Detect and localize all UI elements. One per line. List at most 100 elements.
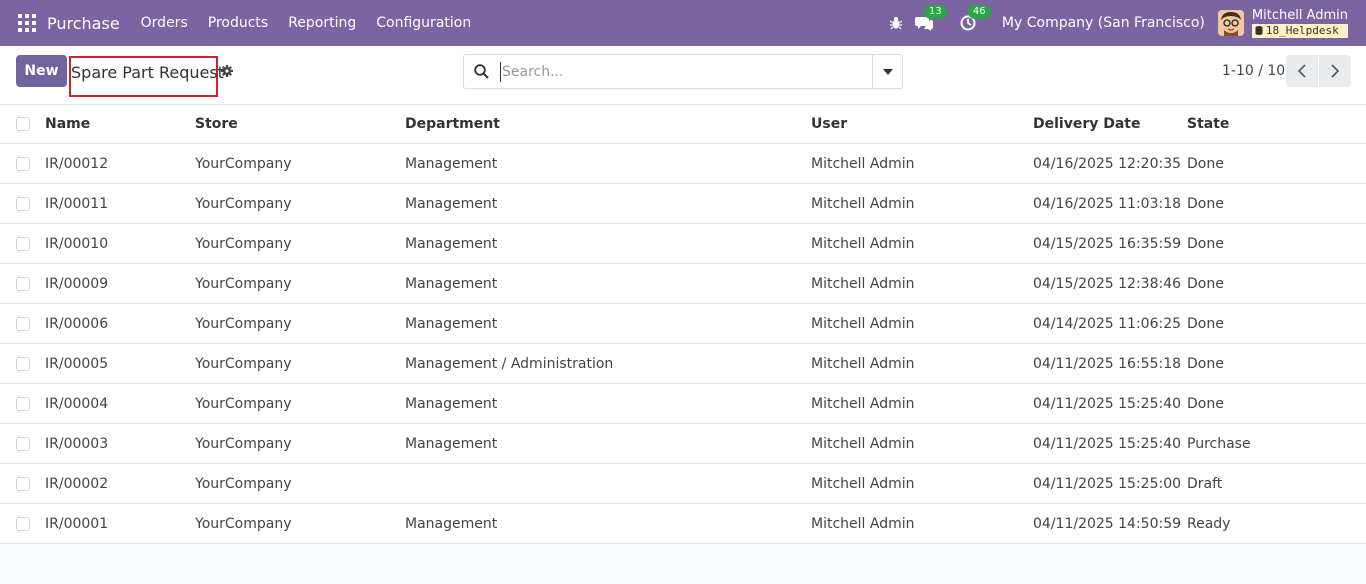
cell-user: Mitchell Admin xyxy=(811,395,915,412)
cell-state: Purchase xyxy=(1187,435,1251,452)
cell-user: Mitchell Admin xyxy=(811,435,915,452)
cell-delivery-date: 04/11/2025 16:55:18 xyxy=(1033,355,1182,372)
cell-store: YourCompany xyxy=(195,235,292,252)
cell-state: Done xyxy=(1187,155,1224,172)
column-header-name[interactable]: Name xyxy=(45,105,90,143)
column-header-store[interactable]: Store xyxy=(195,105,238,143)
table-row[interactable]: IR/00012 YourCompany Management Mitchell… xyxy=(0,144,1366,184)
column-header-department[interactable]: Department xyxy=(405,105,500,143)
cell-delivery-date: 04/15/2025 16:35:59 xyxy=(1033,235,1182,252)
database-tag: 18_Helpdesk xyxy=(1251,23,1348,38)
user-menu[interactable]: Mitchell Admin 18_Helpdesk xyxy=(1251,8,1348,38)
menu-item-products[interactable]: Products xyxy=(208,15,268,31)
table-row[interactable]: IR/00003 YourCompany Management Mitchell… xyxy=(0,424,1366,464)
row-checkbox[interactable] xyxy=(16,436,30,451)
cell-state: Draft xyxy=(1187,475,1223,492)
apps-menu-icon[interactable] xyxy=(18,14,36,32)
row-checkbox[interactable] xyxy=(16,276,30,291)
column-header-user[interactable]: User xyxy=(811,105,847,143)
cell-name: IR/00003 xyxy=(45,435,109,452)
main-menu: Orders Products Reporting Configuration xyxy=(141,15,492,31)
cell-user: Mitchell Admin xyxy=(811,355,915,372)
cell-delivery-date: 04/14/2025 11:06:25 xyxy=(1033,315,1182,332)
cell-name: IR/00002 xyxy=(45,475,109,492)
cell-department: Management xyxy=(405,435,498,452)
debug-bug-icon[interactable] xyxy=(886,13,906,33)
menu-item-reporting[interactable]: Reporting xyxy=(288,15,356,31)
cell-department: Management xyxy=(405,395,498,412)
row-checkbox[interactable] xyxy=(16,316,30,331)
table-row[interactable]: IR/00011 YourCompany Management Mitchell… xyxy=(0,184,1366,224)
cell-name: IR/00004 xyxy=(45,395,109,412)
row-checkbox[interactable] xyxy=(16,356,30,371)
messages-count-badge: 13 xyxy=(923,5,947,19)
pager-value[interactable]: 1-10 / 10 xyxy=(1222,63,1285,79)
cell-user: Mitchell Admin xyxy=(811,235,915,252)
row-checkbox[interactable] xyxy=(16,236,30,251)
cell-delivery-date: 04/11/2025 15:25:40 xyxy=(1033,435,1182,452)
cell-user: Mitchell Admin xyxy=(811,315,915,332)
row-checkbox[interactable] xyxy=(16,476,30,491)
cell-store: YourCompany xyxy=(195,515,292,532)
user-avatar[interactable] xyxy=(1217,10,1244,36)
row-checkbox[interactable] xyxy=(16,156,30,171)
top-navbar: Purchase Orders Products Reporting Confi… xyxy=(0,0,1366,46)
cell-user: Mitchell Admin xyxy=(811,475,915,492)
search-icon xyxy=(474,64,489,83)
new-button[interactable]: New xyxy=(16,55,67,87)
column-header-state[interactable]: State xyxy=(1187,105,1229,143)
activities-count-badge: 46 xyxy=(967,5,991,19)
table-row[interactable]: IR/00010 YourCompany Management Mitchell… xyxy=(0,224,1366,264)
menu-item-orders[interactable]: Orders xyxy=(141,15,188,31)
cell-store: YourCompany xyxy=(195,155,292,172)
gear-icon[interactable] xyxy=(221,65,233,81)
column-header-delivery-date[interactable]: Delivery Date xyxy=(1033,105,1141,143)
activities-clock-icon[interactable]: 46 xyxy=(958,5,991,33)
cell-store: YourCompany xyxy=(195,355,292,372)
cell-department: Management xyxy=(405,195,498,212)
chevron-right-icon xyxy=(1331,64,1339,78)
cell-user: Mitchell Admin xyxy=(811,275,915,292)
search-options-toggle[interactable] xyxy=(872,55,902,88)
table-header-row: Name Store Department User Delivery Date… xyxy=(0,105,1366,144)
records-table: Name Store Department User Delivery Date… xyxy=(0,105,1366,544)
messages-icon[interactable]: 13 xyxy=(914,5,947,33)
table-row[interactable]: IR/00006 YourCompany Management Mitchell… xyxy=(0,304,1366,344)
cell-user: Mitchell Admin xyxy=(811,195,915,212)
row-checkbox[interactable] xyxy=(16,396,30,411)
cell-state: Done xyxy=(1187,195,1224,212)
company-switcher[interactable]: My Company (San Francisco) xyxy=(1002,15,1205,31)
table-row[interactable]: IR/00005 YourCompany Management / Admini… xyxy=(0,344,1366,384)
pager-previous-button[interactable] xyxy=(1286,55,1318,87)
menu-item-configuration[interactable]: Configuration xyxy=(376,15,471,31)
cell-state: Done xyxy=(1187,395,1224,412)
search-input[interactable] xyxy=(500,62,870,82)
table-row[interactable]: IR/00009 YourCompany Management Mitchell… xyxy=(0,264,1366,304)
cell-state: Done xyxy=(1187,355,1224,372)
table-row[interactable]: IR/00004 YourCompany Management Mitchell… xyxy=(0,384,1366,424)
cell-name: IR/00012 xyxy=(45,155,109,172)
row-checkbox[interactable] xyxy=(16,516,30,531)
cell-department: Management xyxy=(405,315,498,332)
cell-delivery-date: 04/11/2025 15:25:40 xyxy=(1033,395,1182,412)
cell-state: Done xyxy=(1187,235,1224,252)
cell-delivery-date: 04/15/2025 12:38:46 xyxy=(1033,275,1182,292)
cell-store: YourCompany xyxy=(195,275,292,292)
select-all-checkbox[interactable] xyxy=(16,117,30,131)
page-title[interactable]: Spare Part Request xyxy=(71,63,224,82)
cell-name: IR/00010 xyxy=(45,235,109,252)
table-row[interactable]: IR/00002 YourCompany Mitchell Admin 04/1… xyxy=(0,464,1366,504)
pager-next-button[interactable] xyxy=(1319,55,1351,87)
database-name: 18_Helpdesk xyxy=(1265,23,1339,37)
app-name[interactable]: Purchase xyxy=(47,14,120,33)
caret-down-icon xyxy=(882,68,893,75)
cell-state: Ready xyxy=(1187,515,1231,532)
cell-department: Management / Administration xyxy=(405,355,614,372)
cell-name: IR/00005 xyxy=(45,355,109,372)
cell-department: Management xyxy=(405,275,498,292)
row-checkbox[interactable] xyxy=(16,196,30,211)
table-row[interactable]: IR/00001 YourCompany Management Mitchell… xyxy=(0,504,1366,544)
cell-store: YourCompany xyxy=(195,475,292,492)
cell-delivery-date: 04/11/2025 14:50:59 xyxy=(1033,515,1182,532)
cell-name: IR/00001 xyxy=(45,515,109,532)
